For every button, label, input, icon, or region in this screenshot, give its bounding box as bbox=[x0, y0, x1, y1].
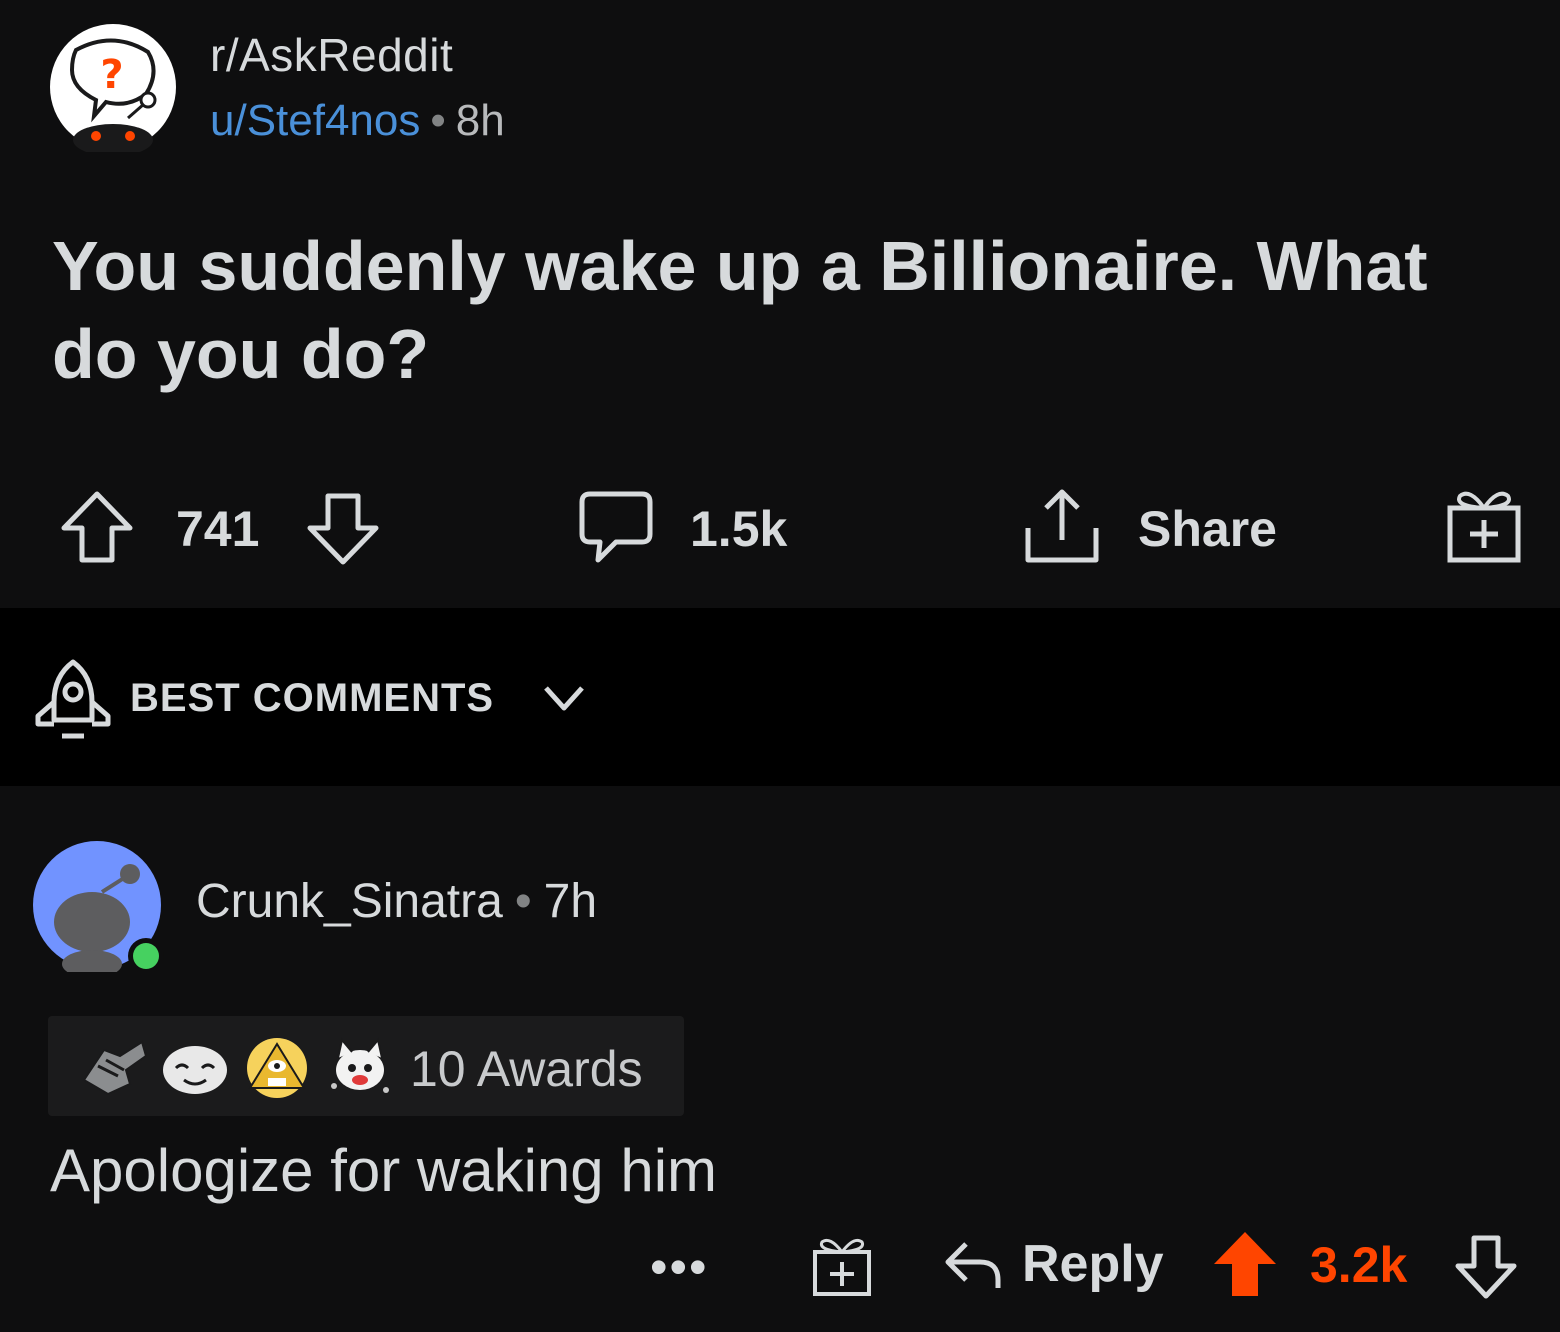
meta-separator: • bbox=[430, 96, 446, 145]
post-vote-count: 741 bbox=[176, 501, 260, 557]
subreddit-name[interactable]: r/AskReddit bbox=[210, 28, 453, 82]
comment-meta: Crunk_Sinatra • 7h bbox=[196, 874, 597, 929]
share-button-label[interactable]: Share bbox=[1138, 500, 1277, 558]
post-meta: u/Stef4nos • 8h bbox=[210, 96, 505, 146]
comment-author[interactable]: Crunk_Sinatra bbox=[196, 875, 503, 928]
comment-upvote-icon[interactable] bbox=[1210, 1228, 1280, 1300]
award-cat-icon bbox=[331, 1037, 389, 1093]
post-age: 8h bbox=[455, 96, 505, 145]
award-pyramid-icon bbox=[247, 1038, 307, 1098]
sort-dropdown-label[interactable]: BEST COMMENTS bbox=[130, 676, 494, 721]
comment-downvote-icon[interactable] bbox=[1452, 1232, 1520, 1302]
comment-score: 3.2k bbox=[1310, 1237, 1408, 1293]
award-gift-icon[interactable] bbox=[1444, 484, 1524, 568]
commenter-avatar[interactable] bbox=[30, 838, 164, 972]
awards-count[interactable]: 10 Awards bbox=[410, 1040, 643, 1098]
comment-body: Apologize for waking him bbox=[50, 1137, 718, 1204]
comment-bubble-icon[interactable] bbox=[576, 488, 656, 568]
reply-arrow-icon[interactable] bbox=[940, 1234, 1004, 1294]
upvote-arrow-icon[interactable] bbox=[58, 488, 136, 566]
svg-text:?: ? bbox=[100, 52, 123, 98]
post-author-link[interactable]: u/Stef4nos bbox=[210, 96, 420, 145]
downvote-arrow-icon[interactable] bbox=[304, 488, 382, 568]
share-icon[interactable] bbox=[1020, 484, 1104, 568]
rocket-icon[interactable] bbox=[32, 658, 114, 742]
comment-award-gift-icon[interactable] bbox=[810, 1234, 874, 1298]
comment-meta-separator: • bbox=[514, 875, 532, 928]
comment-age: 7h bbox=[543, 875, 598, 928]
award-wholesome-icon bbox=[163, 1046, 227, 1094]
subreddit-avatar-icon[interactable]: ? bbox=[48, 22, 178, 152]
more-options-icon[interactable]: ••• bbox=[650, 1238, 709, 1296]
reply-button[interactable]: Reply bbox=[1022, 1234, 1164, 1294]
award-handshake-icon bbox=[82, 1040, 148, 1096]
post-title[interactable]: You suddenly wake up a Billionaire. What… bbox=[52, 222, 1492, 398]
post-comment-count[interactable]: 1.5k bbox=[690, 500, 787, 558]
chevron-down-icon[interactable] bbox=[540, 680, 588, 716]
